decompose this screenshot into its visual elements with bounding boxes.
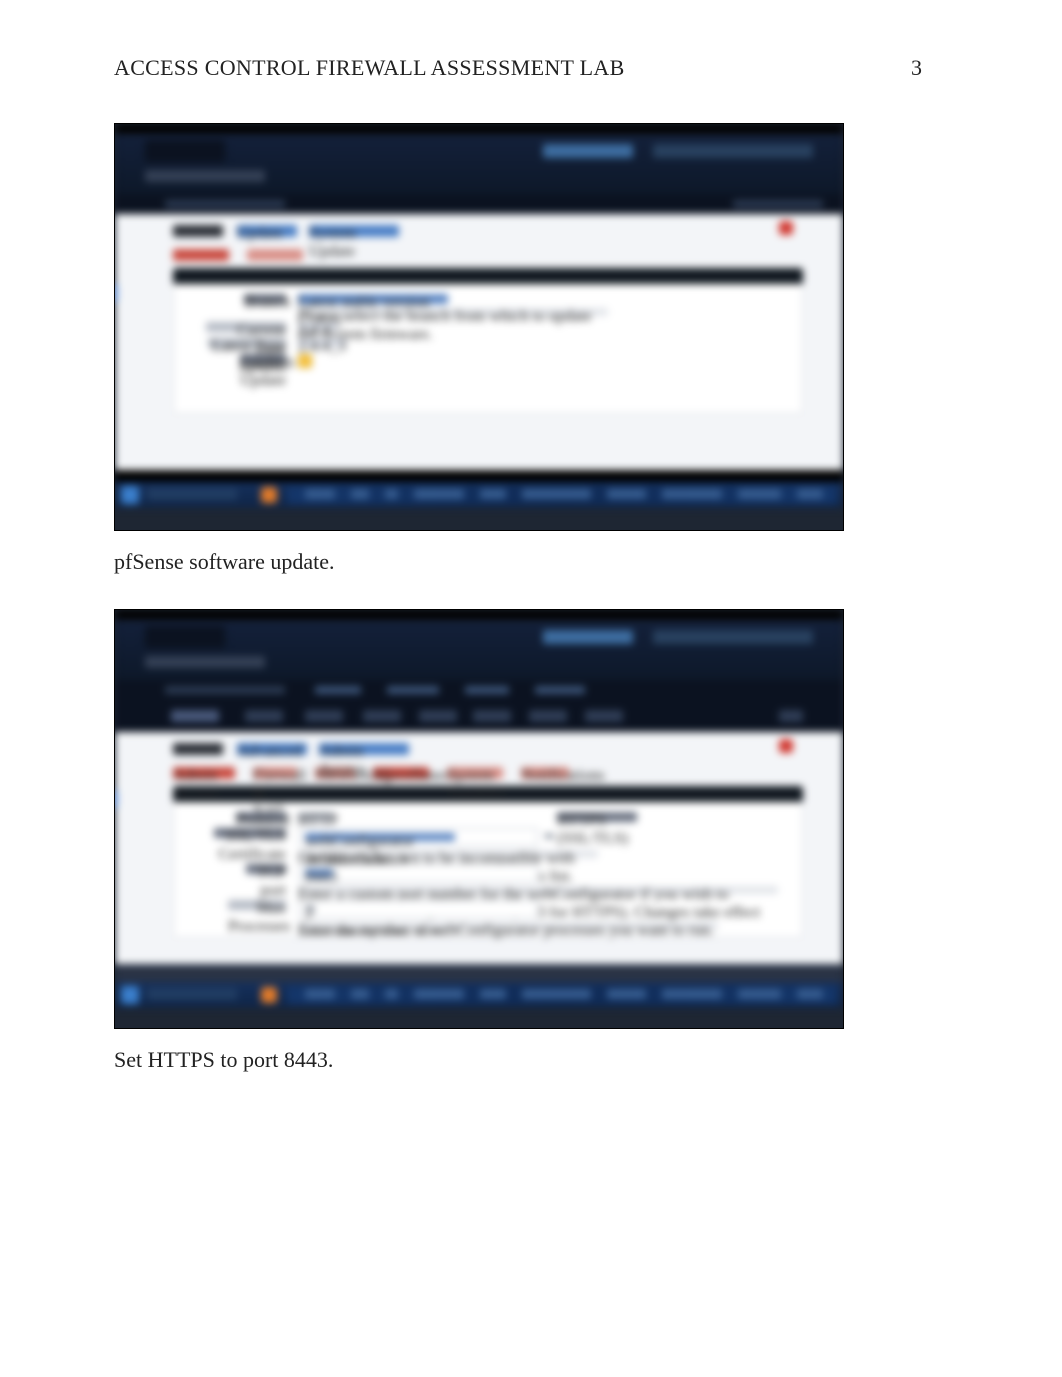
taskbar[interactable] xyxy=(115,482,843,508)
latest-version: 2.4.4_3 xyxy=(298,338,346,347)
toolbar-item[interactable] xyxy=(245,710,283,722)
breadcrumb-link[interactable]: System Update xyxy=(309,225,399,237)
tab-update-settings[interactable]: Update Settings xyxy=(247,249,303,261)
start-button-icon[interactable] xyxy=(121,486,139,504)
branch-hint: Please select the branch from which to u… xyxy=(298,308,608,316)
side-indicator xyxy=(114,284,117,302)
toolbar-item[interactable] xyxy=(305,710,343,722)
max-proc-input[interactable]: 2 xyxy=(298,900,538,918)
window-titlebar xyxy=(115,124,843,134)
sub-header-left xyxy=(165,686,285,694)
taskbar[interactable] xyxy=(115,982,843,1008)
breadcrumb-link[interactable]: Update xyxy=(237,225,297,237)
tab-system-update[interactable]: System Update xyxy=(173,249,229,261)
ssl-cert-value: webConfigurator default (5abc...) xyxy=(305,833,455,841)
sub-header-strip xyxy=(115,680,843,700)
tcp-port-value: 8443 xyxy=(305,869,333,877)
current-version: 2.4.4 xyxy=(298,322,338,331)
toolbar-item[interactable] xyxy=(473,710,511,722)
chevron-down-icon[interactable] xyxy=(544,834,554,840)
tab-notifications[interactable]: Notifications xyxy=(521,767,569,779)
header-title: ACCESS CONTROL FIREWALL ASSESSMENT LAB xyxy=(114,55,625,81)
toolbar-item[interactable] xyxy=(419,710,457,722)
pfsense-logo xyxy=(145,626,225,648)
top-nav-highlight[interactable] xyxy=(543,630,633,644)
taskbar-items[interactable] xyxy=(305,989,823,999)
tab-tunables[interactable]: System Tunables xyxy=(447,767,503,779)
tab-misc[interactable]: Miscellaneous xyxy=(373,767,429,779)
toolbar-item[interactable] xyxy=(171,710,219,722)
tcp-port-hint: Enter a custom port number for the webCo… xyxy=(298,886,778,894)
hostname-label xyxy=(145,656,265,668)
panel-body: Branch Latest stable version (2.4.x) Ple… xyxy=(173,284,803,414)
row-label-protocol: Protocol xyxy=(236,812,286,822)
breadcrumb-link[interactable]: Admin Access xyxy=(319,743,409,755)
tab-firewall-nat[interactable]: Firewall & NAT xyxy=(253,767,297,779)
pfsense-logo xyxy=(145,140,225,162)
screenshot-pfsense-update: System Update System Update ! System Upd… xyxy=(114,123,844,531)
breadcrumb: System Advanced Admin Access ! xyxy=(115,732,843,758)
breadcrumb: System Update System Update ! xyxy=(115,214,843,240)
sub-header-strip xyxy=(115,194,843,214)
alert-badge-icon[interactable]: ! xyxy=(779,221,793,235)
max-proc-hint: Enter the number of webConfigurator proc… xyxy=(298,922,718,930)
row-label-tcp: TCP port xyxy=(246,864,286,874)
app-header xyxy=(115,620,843,680)
screenshot-https-port: System Advanced Admin Access ! Admin Acc… xyxy=(114,609,844,1029)
tabs: System Update Update Settings xyxy=(115,240,843,264)
confirm-update-checkbox[interactable] xyxy=(298,354,312,368)
taskbar-search[interactable] xyxy=(147,988,237,1000)
breadcrumb-root: System xyxy=(173,225,223,237)
ssl-cert-select[interactable]: webConfigurator default (5abc...) xyxy=(298,828,538,846)
running-header: ACCESS CONTROL FIREWALL ASSESSMENT LAB 3 xyxy=(114,55,922,81)
sub-header-left xyxy=(165,200,285,208)
row-label-max: Max Processes xyxy=(228,900,286,910)
caption-screenshot-1: pfSense software update. xyxy=(114,549,922,575)
panel-divider xyxy=(115,964,843,982)
max-proc-value: 2 xyxy=(305,905,315,913)
protocol-http[interactable]: HTTP xyxy=(298,812,334,822)
caption-screenshot-2: Set HTTPS to port 8443. xyxy=(114,1047,922,1073)
ssl-cert-hint: Certificates known to be incompatible wi… xyxy=(298,850,598,858)
row-label-cert: SSL/TLS Certificate xyxy=(214,828,286,838)
alert-badge-icon[interactable]: ! xyxy=(779,739,793,753)
row-label-confirm: Confirm Update xyxy=(240,354,286,364)
toolbar-strip xyxy=(115,700,843,732)
toolbar-item[interactable] xyxy=(529,710,567,722)
side-indicator xyxy=(114,790,117,808)
toolbar-item[interactable] xyxy=(585,710,623,722)
tabs: Admin Access Firewall & NAT Networking M… xyxy=(115,758,843,782)
taskbar-app-icon[interactable] xyxy=(261,987,277,1003)
hostname-label xyxy=(145,170,265,182)
panel-body: Protocol HTTP HTTPS (SSL/TLS) SSL/TLS Ce… xyxy=(173,802,803,938)
header-page-number: 3 xyxy=(911,55,922,81)
top-nav-highlight[interactable] xyxy=(543,144,633,158)
protocol-https[interactable]: HTTPS (SSL/TLS) xyxy=(557,812,637,822)
sub-header-right xyxy=(733,200,823,208)
branch-select[interactable]: Latest stable version (2.4.x) xyxy=(298,294,448,304)
top-nav-right[interactable] xyxy=(653,144,813,158)
tcp-port-input[interactable]: 8443 xyxy=(298,864,538,882)
footer-strip xyxy=(115,470,843,482)
app-header xyxy=(115,134,843,194)
toolbar-item-right[interactable] xyxy=(779,710,803,722)
breadcrumb-link[interactable]: Advanced xyxy=(237,743,307,755)
tab-admin-access[interactable]: Admin Access xyxy=(173,767,235,779)
row-label-branch: Branch xyxy=(244,294,286,304)
taskbar-items[interactable] xyxy=(305,489,823,499)
taskbar-app-icon[interactable] xyxy=(261,487,277,503)
toolbar-item[interactable] xyxy=(363,710,401,722)
window-titlebar xyxy=(115,610,843,620)
top-nav-right[interactable] xyxy=(653,630,813,644)
start-button-icon[interactable] xyxy=(121,986,139,1004)
panel-header: Confirmation Required to update pfSense … xyxy=(173,268,803,284)
row-label-latest: Latest Base System xyxy=(208,338,286,348)
taskbar-search[interactable] xyxy=(147,488,237,500)
breadcrumb-root: System xyxy=(173,743,223,755)
row-label-current: Current Base System xyxy=(206,322,286,332)
